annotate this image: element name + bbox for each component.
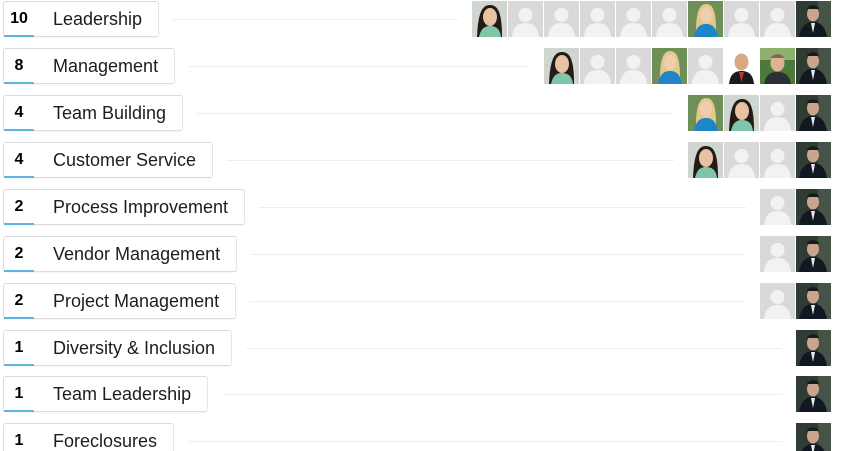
endorser-avatar[interactable]	[688, 95, 723, 131]
endorsement-count[interactable]: 4	[4, 143, 34, 178]
skill-name[interactable]: Customer Service	[34, 150, 212, 171]
endorser-avatar[interactable]	[472, 1, 507, 37]
avatar-placeholder-icon[interactable]	[616, 48, 651, 84]
skill-name[interactable]: Management	[34, 56, 174, 77]
endorsement-count[interactable]: 2	[4, 190, 34, 225]
skill-pill[interactable]: 1 Team Leadership	[3, 376, 209, 412]
avatar-placeholder-icon[interactable]	[652, 1, 687, 37]
skill-row: 10 Leadership	[0, 1, 844, 41]
connector-line	[189, 66, 530, 67]
endorser-avatars	[472, 1, 831, 37]
endorsement-count[interactable]: 8	[4, 49, 34, 84]
skill-pill[interactable]: 2 Project Management	[3, 283, 237, 319]
skill-row: 4 Customer Service	[0, 142, 844, 182]
endorser-avatar[interactable]	[796, 376, 831, 412]
skill-pill[interactable]: 2 Vendor Management	[3, 236, 238, 272]
connector-line	[251, 254, 746, 255]
skill-name[interactable]: Leadership	[34, 9, 158, 30]
endorser-avatar[interactable]	[796, 283, 831, 319]
endorser-avatar[interactable]	[796, 142, 831, 178]
skill-name[interactable]: Project Management	[34, 291, 235, 312]
skill-pill[interactable]: 1 Diversity & Inclusion	[3, 330, 233, 366]
avatar-placeholder-icon[interactable]	[760, 236, 795, 272]
avatar-placeholder-icon[interactable]	[544, 1, 579, 37]
endorser-avatars	[544, 48, 831, 84]
skill-row: 1 Team Leadership	[0, 376, 844, 416]
endorser-avatars	[760, 236, 831, 272]
endorser-avatar[interactable]	[688, 142, 723, 178]
endorser-avatars	[760, 189, 831, 225]
endorser-avatars	[796, 423, 831, 451]
endorser-avatar[interactable]	[796, 95, 831, 131]
skill-pill[interactable]: 10 Leadership	[3, 1, 160, 37]
skill-pill[interactable]: 1 Foreclosures	[3, 423, 175, 451]
skill-name[interactable]: Team Leadership	[34, 384, 207, 405]
avatar-placeholder-icon[interactable]	[760, 95, 795, 131]
avatar-placeholder-icon[interactable]	[724, 142, 759, 178]
endorser-avatar[interactable]	[796, 236, 831, 272]
avatar-placeholder-icon[interactable]	[580, 48, 615, 84]
avatar-placeholder-icon[interactable]	[724, 1, 759, 37]
skill-row: 2 Vendor Management	[0, 236, 844, 276]
avatar-placeholder-icon[interactable]	[580, 1, 615, 37]
connector-line	[222, 394, 782, 395]
endorser-avatar[interactable]	[796, 189, 831, 225]
endorser-avatars	[796, 376, 831, 412]
connector-line	[188, 441, 782, 442]
skill-pill[interactable]: 2 Process Improvement	[3, 189, 246, 225]
connector-line	[173, 19, 458, 20]
connector-line	[259, 207, 746, 208]
connector-line	[250, 301, 746, 302]
endorser-avatars	[688, 142, 831, 178]
endorser-avatar[interactable]	[724, 48, 759, 84]
connector-line	[227, 160, 674, 161]
endorser-avatar[interactable]	[796, 48, 831, 84]
endorser-avatars	[760, 283, 831, 319]
skill-row: 8 Management	[0, 48, 844, 88]
skill-name[interactable]: Vendor Management	[34, 244, 236, 265]
avatar-placeholder-icon[interactable]	[508, 1, 543, 37]
avatar-placeholder-icon[interactable]	[760, 1, 795, 37]
connector-line	[246, 348, 782, 349]
endorser-avatar[interactable]	[688, 1, 723, 37]
skill-name[interactable]: Process Improvement	[34, 197, 244, 218]
endorser-avatar[interactable]	[796, 1, 831, 37]
connector-line	[197, 113, 674, 114]
skill-name[interactable]: Diversity & Inclusion	[34, 338, 231, 359]
skill-row: 2 Project Management	[0, 283, 844, 323]
avatar-placeholder-icon[interactable]	[688, 48, 723, 84]
avatar-placeholder-icon[interactable]	[760, 189, 795, 225]
endorsement-count[interactable]: 10	[4, 2, 34, 37]
skill-row: 4 Team Building	[0, 95, 844, 135]
skill-name[interactable]: Team Building	[34, 103, 182, 124]
avatar-placeholder-icon[interactable]	[616, 1, 651, 37]
skill-row: 1 Foreclosures	[0, 423, 844, 451]
avatar-placeholder-icon[interactable]	[760, 142, 795, 178]
endorser-avatar[interactable]	[544, 48, 579, 84]
endorsement-count[interactable]: 2	[4, 284, 34, 319]
endorsement-count[interactable]: 1	[4, 331, 34, 366]
endorser-avatars	[796, 330, 831, 366]
endorser-avatars	[688, 95, 831, 131]
endorsement-count[interactable]: 4	[4, 96, 34, 131]
endorser-avatar[interactable]	[796, 423, 831, 451]
endorser-avatar[interactable]	[652, 48, 687, 84]
skill-pill[interactable]: 4 Customer Service	[3, 142, 214, 178]
avatar-placeholder-icon[interactable]	[760, 283, 795, 319]
endorser-avatar[interactable]	[760, 48, 795, 84]
skill-pill[interactable]: 8 Management	[3, 48, 176, 84]
skill-pill[interactable]: 4 Team Building	[3, 95, 184, 131]
endorser-avatar[interactable]	[724, 95, 759, 131]
endorser-avatar[interactable]	[796, 330, 831, 366]
skill-row: 2 Process Improvement	[0, 189, 844, 229]
endorsement-count[interactable]: 1	[4, 424, 34, 451]
endorsement-count[interactable]: 1	[4, 377, 34, 412]
skill-row: 1 Diversity & Inclusion	[0, 330, 844, 370]
endorsement-count[interactable]: 2	[4, 237, 34, 272]
skill-name[interactable]: Foreclosures	[34, 431, 173, 451]
